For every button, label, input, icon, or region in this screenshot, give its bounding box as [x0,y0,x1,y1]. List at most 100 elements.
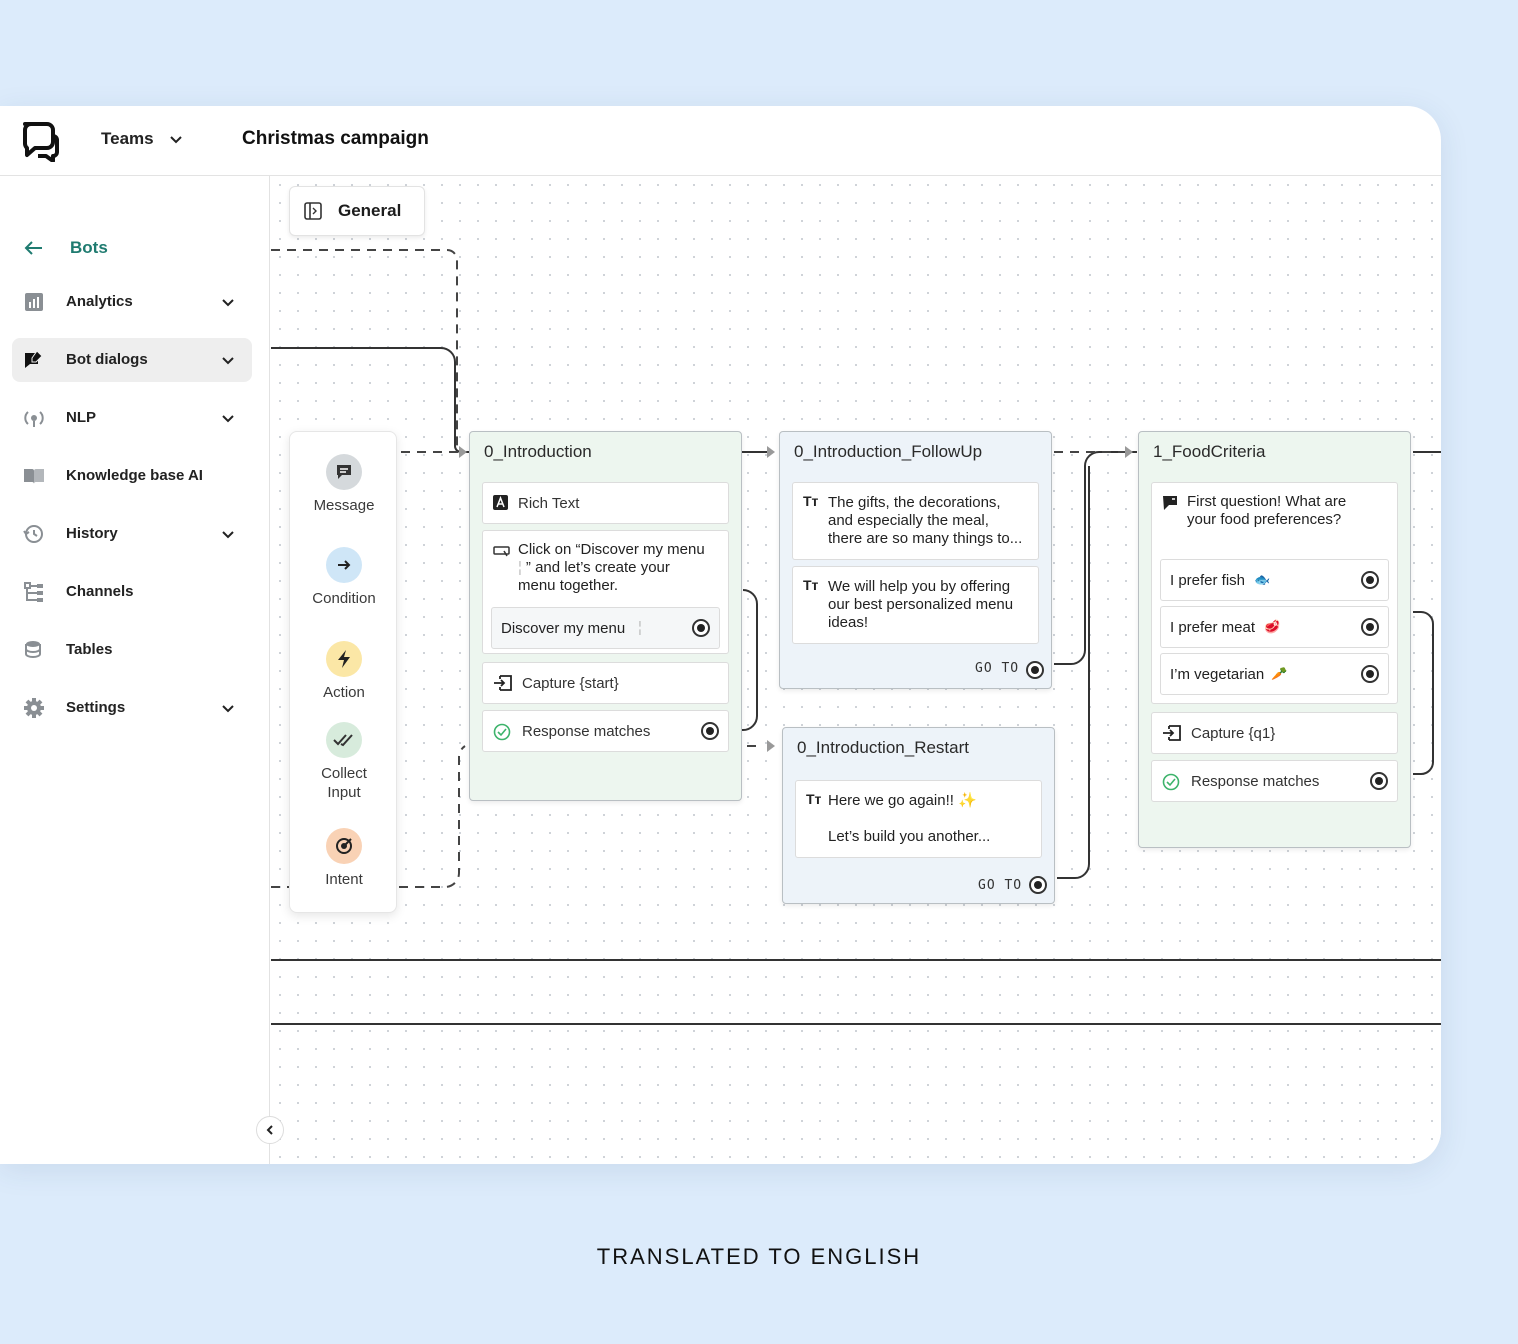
node-introduction-restart[interactable]: 0_Introduction_Restart Tт Here we go aga… [782,727,1055,904]
text-type-icon: Tт [803,577,819,593]
capture-icon [1163,725,1181,741]
option-label: I prefer fish [1170,572,1246,589]
rich-text-block[interactable]: Rich Text [482,482,729,524]
palette-label: Condition [312,590,376,607]
sidebar-item-channels[interactable]: Channels [12,570,252,614]
palette-label-line2: Input [327,784,361,801]
back-to-bots-link[interactable]: Bots [24,238,108,258]
footer-caption: TRANSLATED TO ENGLISH [596,1244,922,1269]
palette-label: Intent [325,871,363,888]
fork-knife-icon: ¦ [518,559,522,576]
option-vegetarian[interactable]: I’m vegetarian 🥕 [1160,653,1389,695]
chevron-down-icon [169,136,182,144]
capture-block[interactable]: Capture {start} [482,662,729,704]
chevron-down-icon [222,415,234,423]
sidebar-item-tables[interactable]: Tables [12,628,252,672]
option-prefer-fish[interactable]: I prefer fish 🐟 [1160,559,1389,601]
sidebar-item-knowledge-base[interactable]: Knowledge base AI [12,454,252,498]
chevron-down-icon [222,299,234,307]
page-background: Teams Christmas campaign Bots Analytics … [0,0,1518,1344]
tab-general[interactable]: General [289,186,425,236]
message-line: and especially the meal, [828,512,989,529]
output-port[interactable] [701,722,719,740]
goto-label: GO TO [978,878,1023,893]
capture-block[interactable]: Capture {q1} [1151,712,1398,754]
node-food-criteria[interactable]: 1_FoodCriteria First question! What are … [1138,431,1411,848]
carrot-icon: 🥕 [1271,666,1288,681]
sidebar-item-analytics[interactable]: Analytics [12,280,252,324]
workspace-label: Teams [101,129,154,148]
message-line: ideas! [828,614,869,631]
target-icon [326,828,362,864]
message-line: First question! What are [1187,493,1347,510]
node-introduction-followup[interactable]: 0_Introduction_FollowUp Tт The gifts, th… [779,431,1052,689]
sidebar-item-label: Knowledge base AI [66,467,203,484]
check-circle-icon [1162,773,1180,791]
goto-port[interactable] [1026,661,1044,679]
sidebar-item-label: History [66,525,118,542]
quick-reply-icon [1163,496,1177,510]
gear-icon [24,698,44,718]
output-port[interactable] [1361,665,1379,683]
quick-reply-block[interactable]: First question! What are your food prefe… [1151,482,1398,704]
sidebar-item-label: Channels [66,583,134,600]
sidebar-item-label: Analytics [66,293,133,310]
palette-item-intent[interactable]: Intent [290,828,398,888]
discover-menu-button[interactable]: Discover my menu ¦ [491,607,720,649]
response-matches-block[interactable]: Response matches [1151,760,1398,802]
app-window: Teams Christmas campaign Bots Analytics … [0,106,1441,1164]
flow-canvas[interactable]: General Message Condition Action Collect… [271,176,1441,1164]
text-message-block[interactable]: Tт The gifts, the decorations, and espec… [792,482,1039,560]
response-matches-block[interactable]: Response matches [482,710,729,752]
message-line: our best personalized menu [828,596,1014,613]
message-icon [326,454,362,490]
node-title: 0_Introduction [484,442,592,461]
palette-item-action[interactable]: Action [290,641,398,701]
button-message-block[interactable]: Click on “Discover my menu ¦” and let’s … [482,530,729,654]
bar-chart-icon [25,293,43,311]
panel-icon [304,202,322,220]
text-type-icon: Tт [806,791,822,807]
output-port[interactable] [1361,618,1379,636]
book-icon [24,469,44,484]
check-circle-icon [493,723,511,741]
sidebar-item-history[interactable]: History [12,512,252,556]
sidebar-item-nlp[interactable]: NLP [12,396,252,440]
palette-label: Action [323,684,365,701]
database-icon [25,641,41,658]
tab-label: General [338,201,402,220]
sparkle-icon: ✨ [958,792,977,809]
button-icon [493,546,510,557]
message-line: ” and let’s create your [525,559,670,576]
sidebar-item-settings[interactable]: Settings [12,686,252,730]
collapse-sidebar-button[interactable] [256,1116,284,1144]
sidebar-item-bot-dialogs[interactable]: Bot dialogs [12,338,252,382]
message-line: We will help you by offering [828,578,1011,595]
option-label: I prefer meat [1170,619,1256,636]
chevron-left-icon [266,1125,273,1135]
output-port[interactable] [1361,571,1379,589]
workspace-selector[interactable]: Teams [101,129,184,149]
block-label: Response matches [522,723,651,740]
output-port[interactable] [1370,772,1388,790]
text-type-icon: Tт [803,493,819,509]
capture-icon [494,675,512,691]
goto-port[interactable] [1029,876,1047,894]
node-introduction[interactable]: 0_Introduction Rich Text Click on “Disco… [469,431,742,801]
message-line: menu together. [518,577,619,594]
block-label: Capture {q1} [1191,725,1276,742]
palette-item-message[interactable]: Message [290,454,398,514]
option-prefer-meat[interactable]: I prefer meat 🥩 [1160,606,1389,648]
goto-label: GO TO [975,661,1020,676]
channels-icon [24,582,43,602]
text-message-block[interactable]: Tт We will help you by offering our best… [792,566,1039,644]
button-label: Discover my menu [501,620,626,637]
palette-item-collect-input[interactable]: Collect Input [290,722,398,801]
output-port[interactable] [692,619,710,637]
message-line: The gifts, the decorations, [828,494,1001,511]
chevron-down-icon [222,357,234,365]
palette-item-condition[interactable]: Condition [290,547,398,607]
logo-icon[interactable] [19,120,59,162]
text-message-block[interactable]: Tт Here we go again!! ✨ Let’s build you … [795,780,1042,858]
block-label: Capture {start} [522,675,619,692]
